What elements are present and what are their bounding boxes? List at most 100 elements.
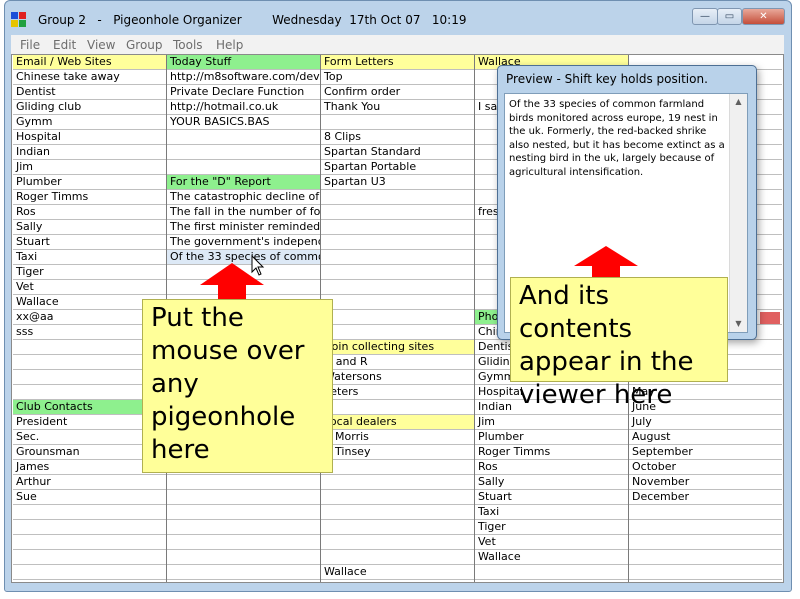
pigeonhole-cell[interactable]: Plumber <box>475 430 628 445</box>
pigeonhole-cell[interactable]: Taxi <box>475 505 628 520</box>
pigeonhole-cell[interactable]: September <box>629 445 782 460</box>
pigeonhole-cell[interactable]: YOUR BASICS.BAS <box>167 115 320 130</box>
pigeonhole-cell[interactable]: Tiger <box>475 520 628 535</box>
pigeonhole-cell[interactable]: Ros <box>475 460 628 475</box>
pigeonhole-cell[interactable] <box>475 565 628 580</box>
pigeonhole-cell[interactable]: Taxi <box>13 250 166 265</box>
pigeonhole-cell[interactable] <box>167 490 320 505</box>
pigeonhole-cell[interactable] <box>167 550 320 565</box>
pigeonhole-header[interactable]: Local dealers <box>321 415 474 430</box>
pigeonhole-cell[interactable]: Chinese take away <box>13 70 166 85</box>
pigeonhole-cell[interactable]: Spartan Portable <box>321 160 474 175</box>
pigeonhole-cell[interactable]: Ros <box>13 205 166 220</box>
pigeonhole-cell[interactable] <box>321 490 474 505</box>
scroll-up-icon[interactable]: ▲ <box>730 94 747 110</box>
pigeonhole-cell[interactable]: Indian <box>13 145 166 160</box>
pigeonhole-cell[interactable] <box>167 535 320 550</box>
pigeonhole-cell[interactable]: November <box>629 475 782 490</box>
pigeonhole-cell[interactable] <box>13 520 166 535</box>
pigeonhole-cell[interactable]: Gliding club <box>13 100 166 115</box>
pigeonhole-cell[interactable] <box>321 535 474 550</box>
pigeonhole-cell[interactable] <box>321 520 474 535</box>
pigeonhole-cell[interactable] <box>321 475 474 490</box>
pigeonhole-cell[interactable]: Wallace <box>321 565 474 580</box>
pigeonhole-cell[interactable] <box>321 505 474 520</box>
pigeonhole-cell[interactable] <box>321 220 474 235</box>
pigeonhole-cell[interactable] <box>321 250 474 265</box>
pigeonhole-cell[interactable]: Top <box>321 70 474 85</box>
pigeonhole-cell[interactable]: Roger Timms <box>475 445 628 460</box>
pigeonhole-cell[interactable] <box>321 205 474 220</box>
pigeonhole-cell[interactable] <box>167 505 320 520</box>
pigeonhole-cell[interactable]: August <box>629 430 782 445</box>
pigeonhole-cell[interactable]: Hospital <box>13 130 166 145</box>
pigeonhole-cell[interactable]: October <box>629 460 782 475</box>
pigeonhole-cell[interactable]: Stuart <box>13 235 166 250</box>
pigeonhole-cell[interactable]: Roger Timms <box>13 190 166 205</box>
pigeonhole-cell[interactable] <box>321 280 474 295</box>
pigeonhole-cell[interactable] <box>13 535 166 550</box>
menu-view[interactable]: View <box>87 38 115 52</box>
pigeonhole-cell[interactable]: Peters <box>321 385 474 400</box>
pigeonhole-cell[interactable] <box>167 520 320 535</box>
pigeonhole-cell[interactable]: Confirm order <box>321 85 474 100</box>
pigeonhole-cell[interactable]: The government's independent <box>167 235 320 250</box>
pigeonhole-header[interactable]: Form Letters <box>321 55 474 70</box>
pigeonhole-cell[interactable] <box>321 550 474 565</box>
pigeonhole-cell[interactable]: December <box>629 490 782 505</box>
pigeonhole-cell[interactable]: http://hotmail.co.uk <box>167 100 320 115</box>
pigeonhole-cell[interactable] <box>167 565 320 580</box>
pigeonhole-cell[interactable]: Sally <box>475 475 628 490</box>
pigeonhole-cell[interactable]: Spartan U3 <box>321 175 474 190</box>
pigeonhole-cell[interactable] <box>629 550 782 565</box>
minimize-button[interactable]: — <box>692 8 718 25</box>
pigeonhole-cell[interactable]: Arthur <box>13 475 166 490</box>
pigeonhole-cell[interactable] <box>13 565 166 580</box>
pigeonhole-cell[interactable]: Dentist <box>13 85 166 100</box>
pigeonhole-cell[interactable]: Watersons <box>321 370 474 385</box>
pigeonhole-cell[interactable]: Tiger <box>13 265 166 280</box>
pigeonhole-cell[interactable] <box>629 520 782 535</box>
pigeonhole-cell[interactable] <box>321 115 474 130</box>
menu-help[interactable]: Help <box>216 38 243 52</box>
pigeonhole-cell[interactable]: The fall in the number of forest <box>167 205 320 220</box>
pigeonhole-cell[interactable]: Jim <box>475 415 628 430</box>
pigeonhole-cell[interactable]: H and R <box>321 355 474 370</box>
menu-tools[interactable]: Tools <box>173 38 203 52</box>
pigeonhole-cell[interactable]: Stuart <box>475 490 628 505</box>
pigeonhole-cell[interactable]: Sally <box>13 220 166 235</box>
pigeonhole-cell[interactable] <box>167 130 320 145</box>
pigeonhole-cell[interactable] <box>167 475 320 490</box>
pigeonhole-cell[interactable] <box>321 310 474 325</box>
maximize-button[interactable]: ▭ <box>717 8 742 25</box>
pigeonhole-cell[interactable]: A Morris <box>321 430 474 445</box>
pigeonhole-cell[interactable]: Jim <box>13 160 166 175</box>
pigeonhole-cell[interactable]: Private Declare Function <box>167 85 320 100</box>
pigeonhole-cell[interactable]: Thank You <box>321 100 474 115</box>
pigeonhole-header[interactable]: Email / Web Sites <box>13 55 166 70</box>
pigeonhole-cell[interactable]: Vet <box>475 535 628 550</box>
pigeonhole-cell[interactable]: Wallace <box>475 550 628 565</box>
pigeonhole-cell[interactable] <box>167 145 320 160</box>
pigeonhole-header[interactable]: Today Stuff <box>167 55 320 70</box>
pigeonhole-cell[interactable] <box>321 325 474 340</box>
pigeonhole-cell[interactable] <box>629 505 782 520</box>
pigeonhole-cell[interactable] <box>629 565 782 580</box>
menu-group[interactable]: Group <box>126 38 163 52</box>
pigeonhole-cell[interactable]: B Tinsey <box>321 445 474 460</box>
menu-edit[interactable]: Edit <box>53 38 76 52</box>
pigeonhole-cell[interactable]: Gymm <box>13 115 166 130</box>
pigeonhole-header[interactable]: Coin collecting sites <box>321 340 474 355</box>
pigeonhole-cell[interactable]: The catastrophic decline of <box>167 190 320 205</box>
pigeonhole-cell[interactable] <box>321 295 474 310</box>
pigeonhole-cell[interactable] <box>13 505 166 520</box>
pigeonhole-cell[interactable] <box>321 265 474 280</box>
pigeonhole-cell[interactable] <box>321 400 474 415</box>
pigeonhole-cell[interactable]: Vet <box>13 280 166 295</box>
pigeonhole-cell[interactable] <box>167 160 320 175</box>
scroll-down-icon[interactable]: ▼ <box>730 316 747 332</box>
menu-file[interactable]: File <box>20 38 40 52</box>
pigeonhole-cell[interactable]: http://m8software.com/develop <box>167 70 320 85</box>
pigeonhole-cell[interactable] <box>321 460 474 475</box>
pigeonhole-cell[interactable] <box>321 235 474 250</box>
